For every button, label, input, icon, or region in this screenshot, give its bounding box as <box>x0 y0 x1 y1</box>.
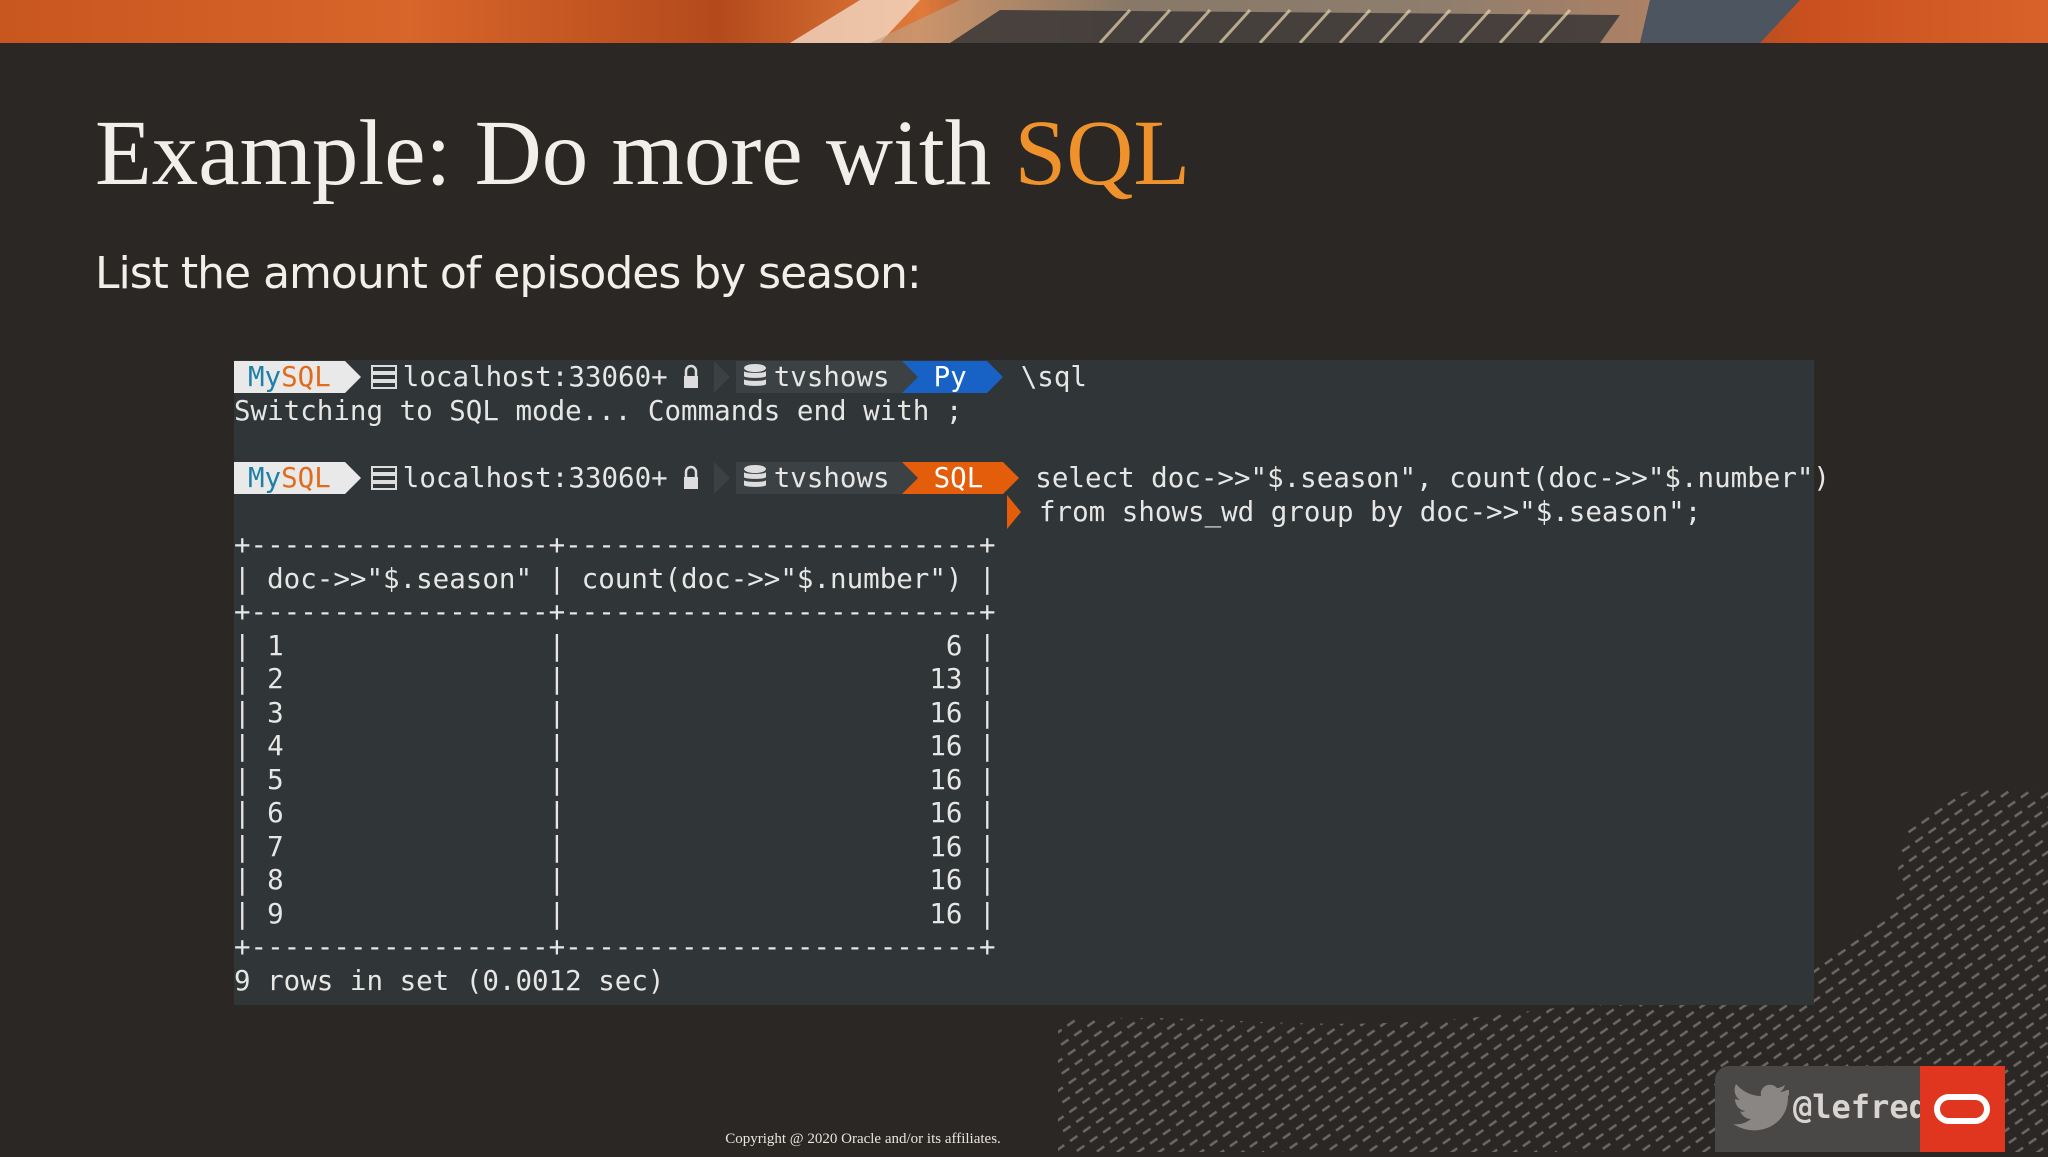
prompt-line-py: MySQL localhost:33060+ tvshows Py \sql <box>234 360 1087 394</box>
table-row: | 7 | 16 | <box>234 831 996 863</box>
table-row: | 8 | 16 | <box>234 864 996 896</box>
database-icon <box>743 465 766 487</box>
schema-segment: tvshows <box>735 462 904 494</box>
oracle-logo <box>1920 1066 2005 1152</box>
database-icon <box>743 364 766 386</box>
presenter-handle: @lefred <box>1793 1088 1928 1126</box>
server-icon <box>370 466 397 490</box>
slide-subtitle: List the amount of episodes by season: <box>95 248 922 299</box>
schema-label: tvshows <box>773 361 890 393</box>
table-row: | 6 | 16 | <box>234 797 996 829</box>
host-label: localhost:33060+ <box>402 361 668 393</box>
table-row: | 1 | 6 | <box>234 630 996 662</box>
continuation-arrow-icon <box>1007 495 1021 529</box>
schema-segment: tvshows <box>735 361 904 393</box>
table-row: | 4 | 16 | <box>234 730 996 762</box>
presenter-badge: @lefred <box>1715 1066 2005 1152</box>
header-artwork-banner <box>0 0 2048 43</box>
mode-segment-sql: SQL <box>901 462 1019 494</box>
slide-title: Example: Do more with SQL <box>95 100 1190 207</box>
table-row: | 2 | 13 | <box>234 663 996 695</box>
banner-texture <box>790 0 1800 43</box>
host-label: localhost:33060+ <box>402 462 668 494</box>
bird-logo-icon <box>1733 1084 1789 1131</box>
mode-segment-py: Py <box>901 361 1003 393</box>
lock-icon <box>683 364 698 388</box>
title-accent: SQL <box>1014 102 1191 205</box>
lock-icon <box>683 465 698 489</box>
chevron-separator-icon <box>713 462 730 494</box>
host-segment: localhost:33060+ <box>370 360 714 394</box>
table-border-mid: +------------------+--------------------… <box>234 596 996 628</box>
switch-message: Switching to SQL mode... Commands end wi… <box>234 395 963 427</box>
table-border-bottom: +------------------+--------------------… <box>234 931 996 963</box>
table-row: | 9 | 16 | <box>234 898 996 930</box>
title-prefix: Example: Do more with <box>95 102 1015 205</box>
table-row: | 5 | 16 | <box>234 764 996 796</box>
mysql-segment-my: My <box>248 462 282 494</box>
table-header: | doc->>"$.season" | count(doc->>"$.numb… <box>234 563 996 595</box>
prompt-line-sql: MySQL localhost:33060+ tvshows SQL selec… <box>234 461 1830 495</box>
server-icon <box>370 365 397 389</box>
mysql-segment: MySQL <box>234 361 361 393</box>
terminal-window[interactable]: MySQL localhost:33060+ tvshows Py \sql S… <box>234 360 1830 1005</box>
mysql-segment-sql: SQL <box>281 361 331 393</box>
mysql-segment-my: My <box>248 361 282 393</box>
query-line-1: select doc->>"$.season", count(doc->>"$.… <box>1035 462 1830 494</box>
host-segment: localhost:33060+ <box>370 461 714 495</box>
oracle-logo-icon <box>1934 1094 1990 1124</box>
mysql-segment-sql: SQL <box>281 462 331 494</box>
query-line-2: from shows_wd group by doc->>"$.season"; <box>1039 496 1702 528</box>
table-border-top: +------------------+--------------------… <box>234 529 996 561</box>
chevron-separator-icon <box>713 361 730 393</box>
command-text: \sql <box>1020 361 1087 393</box>
copyright-notice: Copyright @ 2020 Oracle and/or its affil… <box>725 1131 1001 1147</box>
schema-label: tvshows <box>773 462 890 494</box>
result-message: 9 rows in set (0.0012 sec) <box>234 965 665 997</box>
table-row: | 3 | 16 | <box>234 697 996 729</box>
mysql-segment: MySQL <box>234 462 361 494</box>
